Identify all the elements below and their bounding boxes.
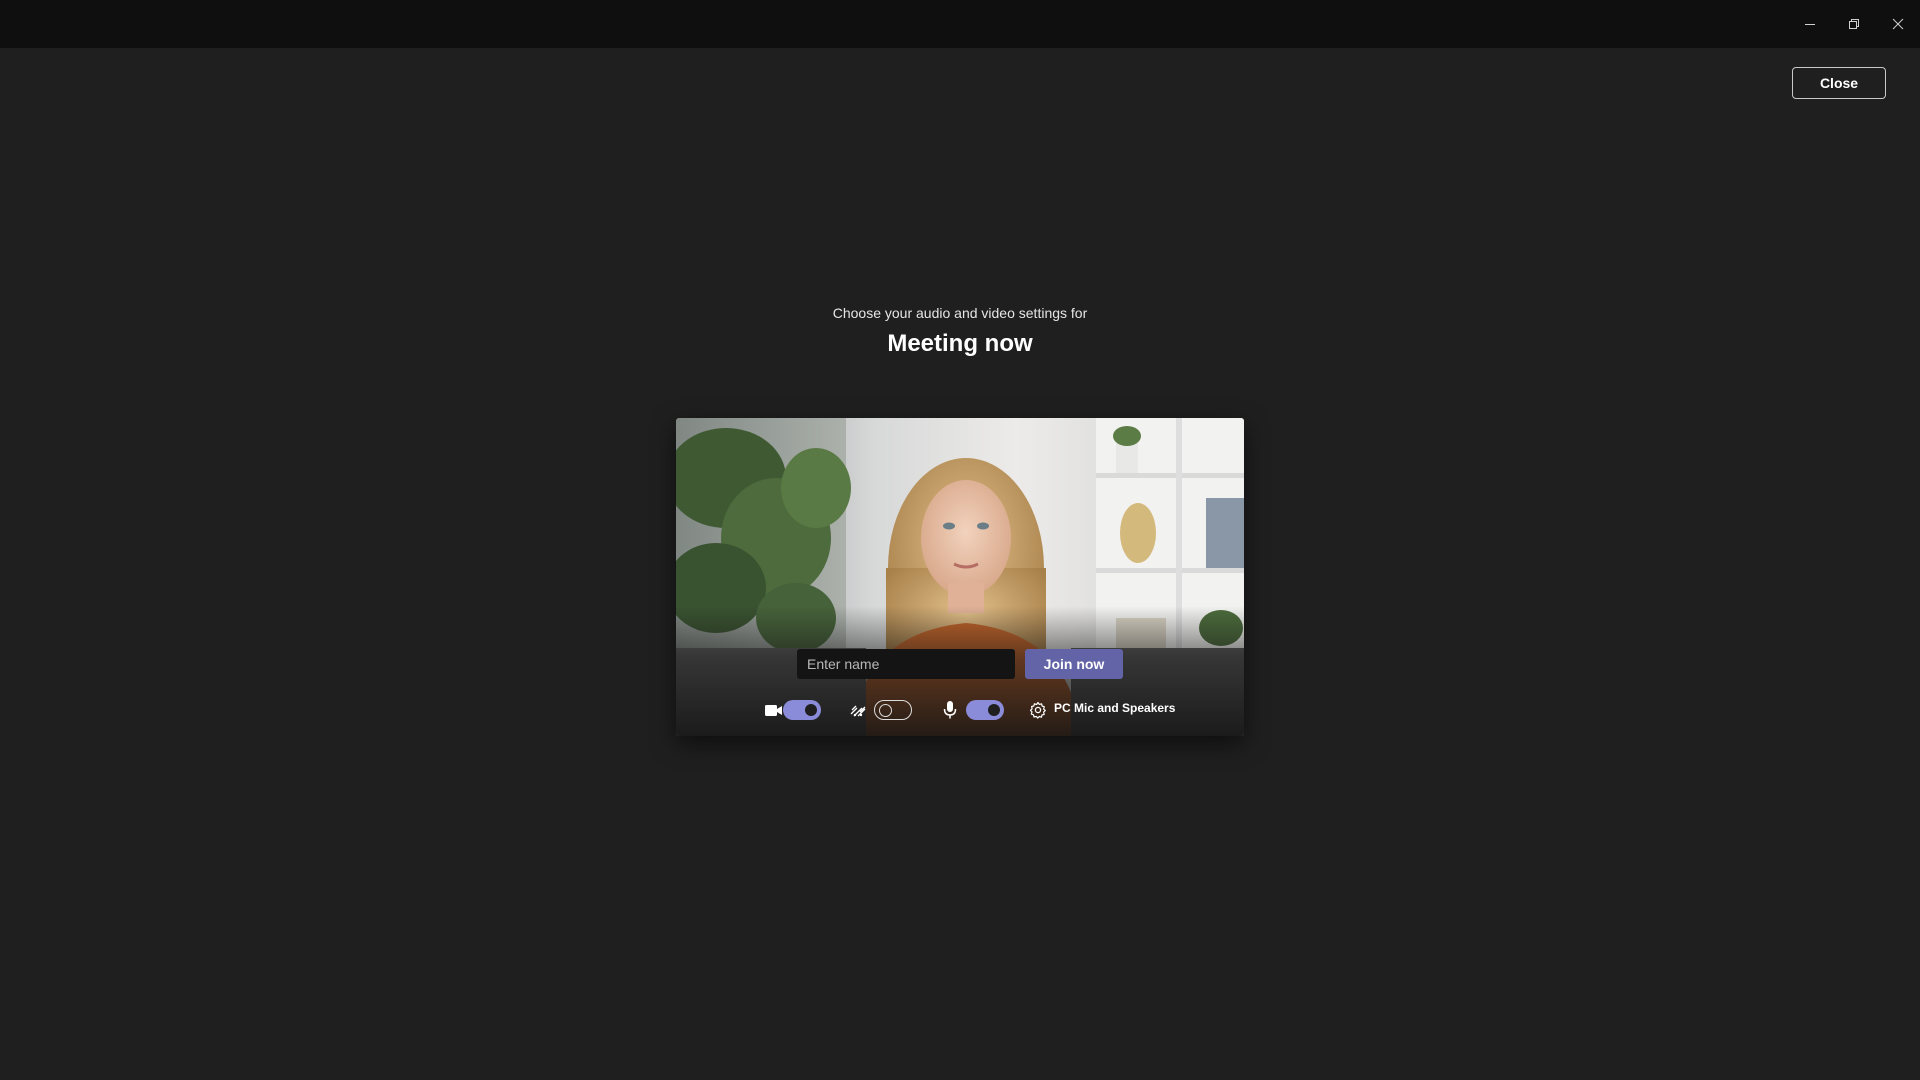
microphone-icon — [940, 700, 960, 720]
name-input[interactable] — [797, 649, 1015, 679]
camera-icon — [764, 700, 784, 720]
restore-icon — [1849, 19, 1859, 29]
camera-toggle[interactable] — [783, 700, 821, 720]
minimize-icon — [1805, 24, 1815, 25]
device-controls: PC Mic and Speakers — [676, 698, 1244, 722]
background-effects-toggle[interactable] — [874, 700, 912, 720]
close-button[interactable]: Close — [1792, 67, 1886, 99]
close-icon — [1892, 18, 1904, 30]
audio-device-label[interactable]: PC Mic and Speakers — [1054, 701, 1175, 715]
background-blur-icon — [848, 700, 868, 720]
gear-icon[interactable] — [1028, 700, 1048, 720]
close-window-button[interactable] — [1875, 0, 1920, 48]
join-now-button[interactable]: Join now — [1025, 649, 1123, 679]
video-preview: Join now PC Mic and Sp — [676, 418, 1244, 736]
meeting-title: Meeting now — [887, 330, 1033, 357]
title-bar — [0, 0, 1920, 48]
restore-button[interactable] — [1831, 0, 1877, 48]
microphone-toggle[interactable] — [966, 700, 1004, 720]
minimize-button[interactable] — [1787, 0, 1833, 48]
settings-subtitle: Choose your audio and video settings for — [832, 305, 1088, 321]
